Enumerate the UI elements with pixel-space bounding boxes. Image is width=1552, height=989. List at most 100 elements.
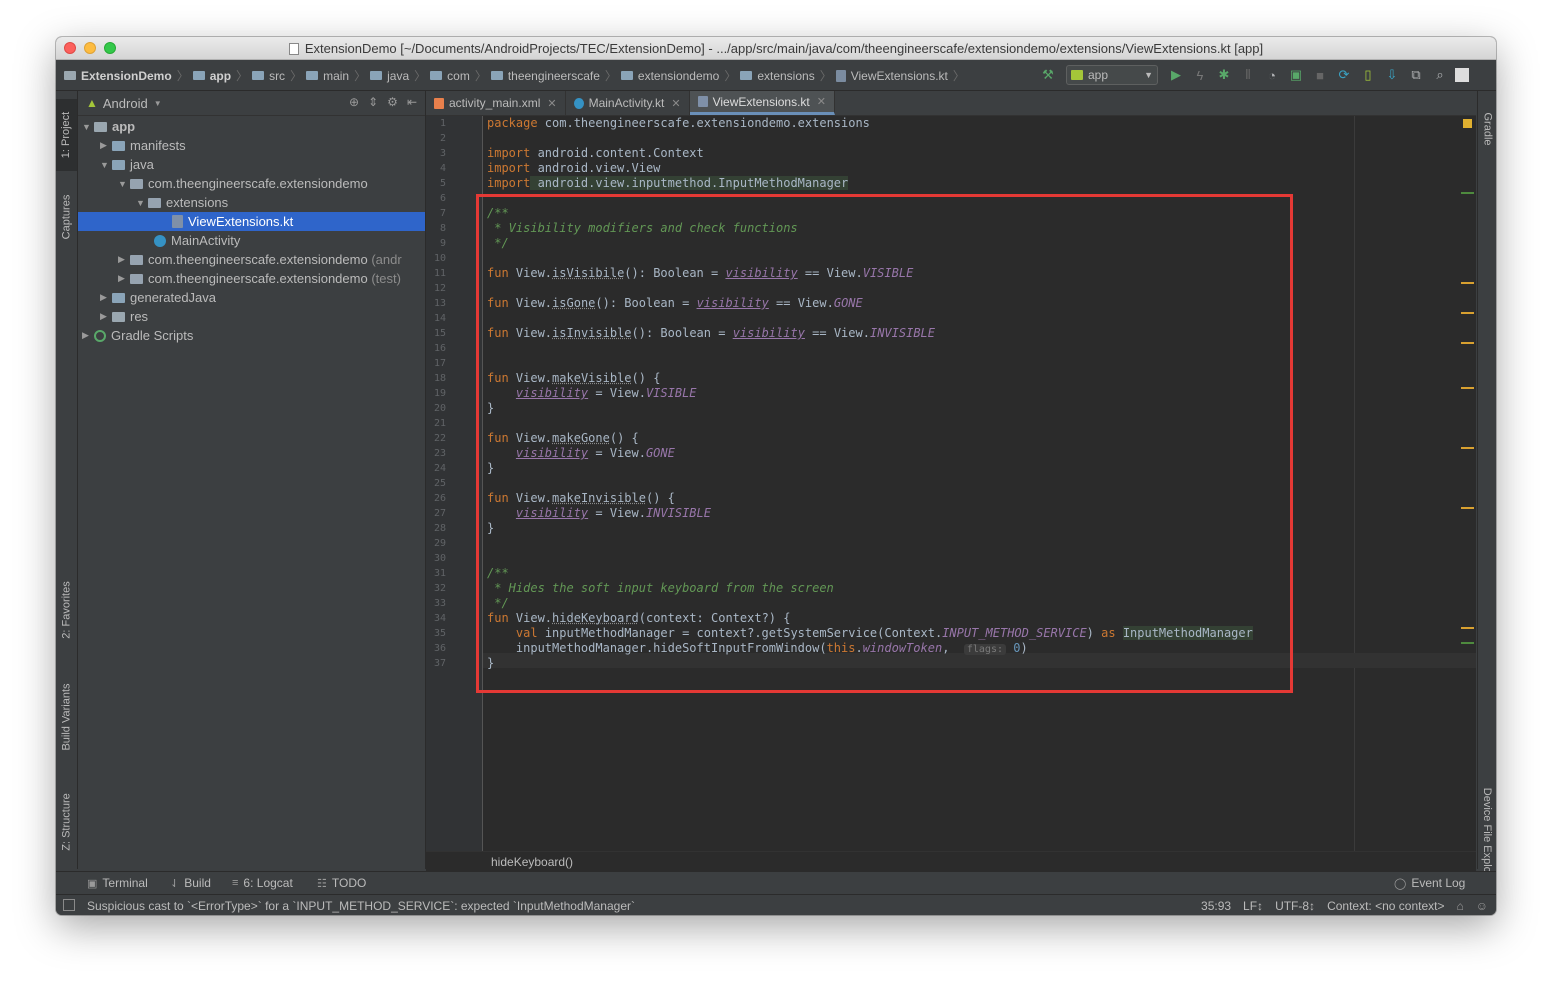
hide-panel-icon[interactable]: ⇤	[407, 95, 417, 109]
caret-position[interactable]: 35:93	[1201, 899, 1231, 913]
line-number: 33	[433, 598, 446, 609]
stop-icon[interactable]: ■	[1311, 66, 1329, 84]
navigation-bar: ExtensionDemo 〉 app 〉 src 〉 main 〉 java 〉 com…	[56, 60, 1496, 91]
breadcrumb-item[interactable]: app 〉	[192, 67, 248, 84]
tab-build[interactable]: ⇃ Build	[170, 876, 211, 890]
line-number: 18	[433, 373, 446, 384]
close-icon[interactable]: ✕	[547, 97, 556, 110]
class-icon	[573, 97, 584, 109]
tool-windows-toggle-icon[interactable]	[63, 899, 75, 911]
breadcrumb-item[interactable]: extensions 〉	[740, 67, 832, 84]
tab-activity-main-xml[interactable]: activity_main.xml ✕	[426, 91, 566, 115]
run-icon[interactable]: ▶	[1167, 66, 1185, 84]
editor-breadcrumb[interactable]: hideKeyboard()	[426, 851, 1476, 872]
line-number: 2	[439, 133, 446, 144]
editor-gutter: 1 2 3 4 5 6 7 8 9 10 11 12 13 14 15 16 17 18 19 20 21 22 23 24 2…	[426, 116, 483, 851]
avd-icon[interactable]: ▯	[1359, 66, 1377, 84]
warning-icon[interactable]	[1463, 119, 1472, 128]
tree-item-gradle-scripts[interactable]: ▶ Gradle Scripts	[78, 326, 425, 345]
search-icon[interactable]: ⌕	[1431, 66, 1449, 84]
folder-icon	[112, 140, 125, 151]
line-number: 21	[433, 418, 446, 429]
settings-icon[interactable]	[1455, 68, 1469, 82]
tree-item-test-package[interactable]: ▶ com.theengineerscafe.extensiondemo (tes…	[78, 269, 425, 288]
tab-structure[interactable]: Z: Structure	[56, 781, 77, 863]
tree-item-app[interactable]: ▼ app	[78, 117, 425, 136]
line-number: 36	[433, 643, 446, 654]
inspector-icon[interactable]: ☺	[1476, 899, 1488, 913]
line-number: 13	[433, 298, 446, 309]
collapse-all-icon[interactable]: ⇕	[368, 95, 378, 109]
apply-changes-icon[interactable]: ϟ	[1191, 66, 1209, 84]
tree-item-manifests[interactable]: ▶ manifests	[78, 136, 425, 155]
line-separator[interactable]: LF↕	[1243, 899, 1263, 913]
main-toolbar: ⚒ app ▼ ▶ ϟ ✱ ⫴ ◔ ▣ ■ ⟳ ▯ ⇩ ⧉ ⌕	[1036, 64, 1472, 86]
tree-item-package[interactable]: ▼ com.theengineerscafe.extensiondemo	[78, 174, 425, 193]
tree-item-res[interactable]: ▶ res	[78, 307, 425, 326]
breadcrumb-item[interactable]: ExtensionDemo 〉	[64, 67, 189, 84]
tab-terminal[interactable]: ▣ Terminal	[87, 876, 148, 890]
left-tool-strip: 1: Project Captures 2: Favorites Build V…	[56, 91, 78, 869]
event-log-button[interactable]: ◯ Event Log	[1394, 876, 1465, 890]
code-line: import android.view.inputmethod.InputMet…	[487, 176, 849, 190]
tab-viewextensions-kt[interactable]: ViewExtensions.kt ✕	[689, 91, 835, 115]
close-icon[interactable]: ✕	[671, 97, 680, 110]
breadcrumb-item[interactable]: java 〉	[370, 67, 426, 84]
line-number: 23	[433, 448, 446, 459]
tree-item-android-test-package[interactable]: ▶ com.theengineerscafe.extensiondemo (and…	[78, 250, 425, 269]
tree-item-viewextensions[interactable]: ViewExtensions.kt	[78, 212, 425, 231]
breadcrumb-item[interactable]: main 〉	[306, 67, 366, 84]
tab-build-variants[interactable]: Build Variants	[56, 671, 77, 763]
line-number: 34	[433, 613, 446, 624]
package-icon	[130, 254, 143, 265]
close-icon[interactable]: ✕	[817, 95, 826, 108]
layout-inspector-icon[interactable]: ⧉	[1407, 66, 1425, 84]
folder-icon	[252, 71, 265, 80]
logcat-icon: ≡	[232, 877, 239, 889]
package-icon	[130, 273, 143, 284]
tree-item-extensions[interactable]: ▼ extensions	[78, 193, 425, 212]
context-indicator[interactable]: Context: <no context>	[1327, 899, 1444, 913]
tab-project[interactable]: 1: Project	[56, 99, 77, 171]
tab-mainactivity-kt[interactable]: MainActivity.kt ✕	[566, 91, 690, 115]
tab-todo[interactable]: ☷ TODO	[317, 876, 366, 890]
code-line: package com.theengineerscafe.extensionde…	[487, 116, 870, 130]
build-icon: ⇃	[170, 877, 180, 890]
hammer-icon[interactable]: ⚒	[1039, 66, 1057, 84]
breadcrumb-item[interactable]: ViewExtensions.kt 〉	[835, 67, 965, 84]
project-view-selector[interactable]: ▲ Android ▼ ⊕ ⇕ ⚙ ⇤	[78, 91, 425, 116]
breadcrumb-item[interactable]: src 〉	[252, 67, 302, 84]
sdk-icon[interactable]: ⇩	[1383, 66, 1401, 84]
tree-item-java[interactable]: ▼ java	[78, 155, 425, 174]
breadcrumb-item[interactable]: theengineerscafe 〉	[490, 67, 617, 84]
tree-item-mainactivity[interactable]: MainActivity	[78, 231, 425, 250]
attach-icon[interactable]: ⫴	[1239, 66, 1257, 84]
document-icon	[288, 43, 299, 55]
run-configuration-select[interactable]: app ▼	[1066, 65, 1158, 85]
locate-icon[interactable]: ⊕	[349, 95, 359, 109]
line-number: 24	[433, 463, 446, 474]
breadcrumb-item[interactable]: extensiondemo 〉	[620, 67, 736, 84]
lock-icon[interactable]: ⌂	[1456, 899, 1463, 913]
line-number: 12	[433, 283, 446, 294]
line-number: 30	[433, 553, 446, 564]
line-number: 17	[433, 358, 446, 369]
line-number: 1	[439, 118, 446, 129]
tree-item-generatedjava[interactable]: ▶ generatedJava	[78, 288, 425, 307]
tab-gradle[interactable]: Gradle	[1478, 99, 1496, 159]
tab-favorites[interactable]: 2: Favorites	[56, 569, 77, 651]
coverage-icon[interactable]: ▣	[1287, 66, 1305, 84]
tab-logcat[interactable]: ≡ 6: Logcat	[232, 876, 293, 890]
error-stripe[interactable]	[1456, 116, 1476, 851]
profile-icon[interactable]: ◔	[1263, 66, 1281, 84]
line-number: 7	[439, 208, 446, 219]
line-number: 32	[433, 583, 446, 594]
sync-icon[interactable]: ⟳	[1335, 66, 1353, 84]
breadcrumb-item[interactable]: com 〉	[430, 67, 487, 84]
folder-icon	[112, 159, 125, 170]
debug-icon[interactable]: ✱	[1215, 66, 1233, 84]
file-encoding[interactable]: UTF-8↕	[1275, 899, 1315, 913]
tab-captures[interactable]: Captures	[56, 183, 77, 251]
editor-tab-bar: activity_main.xml ✕ MainActivity.kt ✕ View…	[426, 91, 1476, 116]
gear-icon[interactable]: ⚙	[387, 95, 398, 109]
